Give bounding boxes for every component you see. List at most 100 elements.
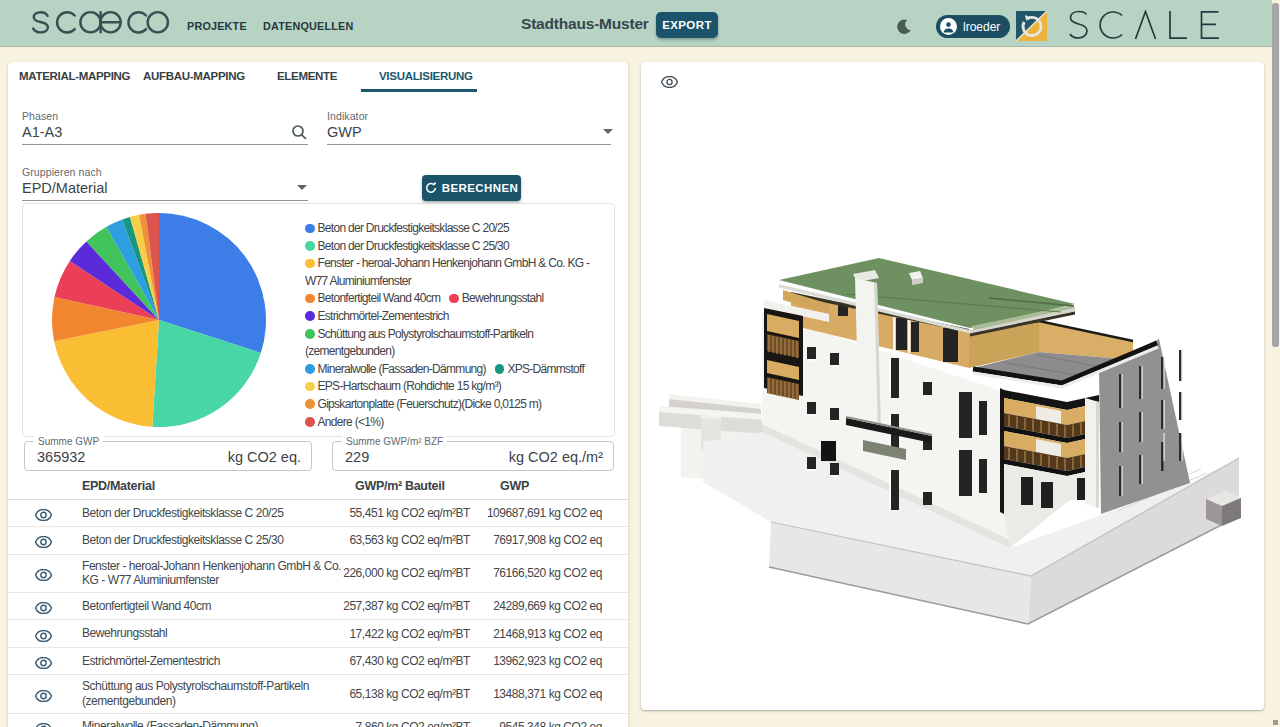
- legend-color-dot: [305, 259, 315, 269]
- viewer-visibility-icon[interactable]: [651, 71, 687, 93]
- legend-label: XPS-Dämmstoff: [507, 362, 584, 376]
- user-avatar-icon: [940, 18, 957, 35]
- row-material-name: Estrichmörtel-Zementestrich: [82, 649, 346, 672]
- legend-item[interactable]: Schüttung aus Polystyrolschaumstoff-Part…: [305, 325, 592, 360]
- legend-item[interactable]: Beton der Druckfestigkeitsklasse C 25/30: [305, 237, 509, 255]
- legend-item[interactable]: Bewehrungsstahl: [449, 289, 543, 307]
- row-visibility-toggle[interactable]: [35, 721, 52, 727]
- eye-icon: [35, 723, 52, 727]
- legend-item[interactable]: Mineralwolle (Fassaden-Dämmung): [305, 360, 486, 378]
- search-icon[interactable]: [291, 124, 308, 141]
- legend-color-dot: [305, 224, 315, 234]
- tab-visualisierung[interactable]: VISUALISIERUNG: [379, 70, 473, 91]
- col-gwp-m2: GWP/m² Bauteil: [355, 479, 445, 493]
- row-gwp: 13488,371 kg CO2 eq: [493, 687, 602, 701]
- row-gwp: 9545,348 kg CO2 eq: [499, 720, 602, 727]
- table-row: Estrichmörtel-Zementestrich 67,430 kg CO…: [8, 648, 628, 675]
- eye-icon: [35, 536, 52, 548]
- legend-item[interactable]: Gipskartonplatte (Feuerschutz)(Dicke 0,0…: [305, 395, 541, 413]
- legend-label: Andere (<1%): [318, 415, 384, 429]
- nav-datenquellen[interactable]: DATENQUELLEN: [263, 20, 353, 32]
- scaeco-logo[interactable]: [30, 7, 170, 40]
- legend-color-dot: [305, 329, 315, 339]
- legend-color-dot: [305, 399, 315, 409]
- eye-icon: [35, 569, 52, 581]
- pie-chart[interactable]: [52, 213, 266, 427]
- legend-item[interactable]: Andere (<1%): [305, 413, 383, 431]
- indikator-caret-icon[interactable]: [603, 129, 613, 134]
- row-gwp: 76917,908 kg CO2 eq: [493, 533, 602, 547]
- legend-item[interactable]: Fenster - heroal-Johann Henkenjohann Gmb…: [305, 254, 592, 289]
- legend-item[interactable]: Estrichmörtel-Zementestrich: [305, 307, 449, 325]
- gruppieren-caret-icon[interactable]: [297, 185, 307, 190]
- row-material-name: Beton der Druckfestigkeitsklasse C 20/25: [82, 502, 346, 525]
- vertical-scrollbar[interactable]: [1272, 3, 1279, 347]
- legend-color-dot: [449, 294, 459, 304]
- legend-label: Mineralwolle (Fassaden-Dämmung): [318, 362, 486, 376]
- legend-label: Betonfertigteil Wand 40cm: [318, 291, 441, 305]
- col-gwp: GWP: [500, 479, 529, 493]
- row-visibility-toggle[interactable]: [35, 628, 52, 640]
- legend-item[interactable]: Beton der Druckfestigkeitsklasse C 20/25: [305, 219, 509, 237]
- summe-gwp-label: Summe GWP: [34, 436, 103, 447]
- table-row: Beton der Druckfestigkeitsklasse C 25/30…: [8, 527, 628, 554]
- row-visibility-toggle[interactable]: [35, 655, 52, 667]
- row-material-name: Fenster - heroal-Johann Henkenjohann Gmb…: [82, 555, 346, 593]
- row-gwp: 24289,669 kg CO2 eq: [493, 599, 602, 613]
- legend-label: Schüttung aus Polystyrolschaumstoff-Part…: [305, 327, 533, 359]
- chart-legend: Beton der Druckfestigkeitsklasse C 20/25…: [305, 219, 601, 430]
- table-row: Fenster - heroal-Johann Henkenjohann Gmb…: [8, 555, 628, 594]
- app-header: PROJEKTE DATENQUELLEN Stadthaus-Muster E…: [0, 0, 1272, 47]
- scale-wordmark: [1066, 10, 1246, 40]
- summe-gwp-m2-label: Summe GWP/m² BZF: [342, 436, 447, 447]
- summe-gwp-m2-field: Summe GWP/m² BZF 229 kg CO2 eq./m²: [332, 441, 614, 471]
- legend-color-dot: [305, 382, 315, 392]
- summe-gwp-value[interactable]: 365932: [37, 449, 85, 465]
- nav-projekte[interactable]: PROJEKTE: [187, 20, 247, 32]
- tab-aufbau-mapping[interactable]: AUFBAU-MAPPING: [143, 70, 245, 91]
- gruppieren-select[interactable]: EPD/Material: [22, 180, 107, 196]
- legend-item[interactable]: EPS-Hartschaum (Rohdichte 15 kg/m³): [305, 377, 501, 395]
- tab-elemente[interactable]: ELEMENTE: [277, 70, 337, 91]
- dark-mode-moon-icon[interactable]: [896, 18, 913, 35]
- col-epd-material: EPD/Material: [82, 479, 155, 493]
- eye-icon: [35, 630, 52, 642]
- user-chip[interactable]: lroeder: [936, 15, 1010, 38]
- legend-label: Fenster - heroal-Johann Henkenjohann Gmb…: [305, 256, 589, 288]
- row-material-name: Betonfertigteil Wand 40cm: [82, 595, 346, 618]
- legend-color-dot: [305, 241, 315, 251]
- eye-icon: [35, 657, 52, 669]
- analysis-panel: MATERIAL-MAPPING AUFBAU-MAPPING ELEMENTE…: [8, 62, 628, 727]
- eye-icon: [35, 602, 52, 614]
- legend-label: Beton der Druckfestigkeitsklasse C 25/30: [318, 239, 509, 253]
- phasen-label: Phasen: [22, 110, 58, 122]
- row-gwp-per-m2: 65,138 kg CO2 eq/m²BT: [349, 687, 470, 701]
- legend-label: Bewehrungsstahl: [462, 291, 544, 305]
- legend-color-dot: [305, 311, 315, 321]
- row-visibility-toggle[interactable]: [35, 567, 52, 579]
- table-row: Beton der Druckfestigkeitsklasse C 20/25…: [8, 500, 628, 527]
- results-table: EPD/Material GWP/m² Bauteil GWP Beton de…: [8, 471, 628, 727]
- tab-material-mapping[interactable]: MATERIAL-MAPPING: [19, 70, 130, 91]
- legend-item[interactable]: XPS-Dämmstoff: [495, 360, 584, 378]
- row-gwp: 109687,691 kg CO2 eq: [487, 506, 602, 520]
- building-3d-model[interactable]: [641, 62, 1264, 710]
- berechnen-button[interactable]: BERECHNEN: [422, 175, 521, 201]
- scrollbar-corner: [1273, 720, 1278, 725]
- row-gwp-per-m2: 257,387 kg CO2 eq/m²BT: [343, 599, 470, 613]
- row-gwp: 21468,913 kg CO2 eq: [493, 627, 602, 641]
- export-button[interactable]: EXPORT: [656, 12, 718, 38]
- row-visibility-toggle[interactable]: [35, 507, 52, 519]
- legend-item[interactable]: Betonfertigteil Wand 40cm: [305, 289, 440, 307]
- row-visibility-toggle[interactable]: [35, 688, 52, 700]
- row-visibility-toggle[interactable]: [35, 534, 52, 546]
- summe-gwp-m2-value[interactable]: 229: [345, 449, 369, 465]
- phasen-input[interactable]: A1-A3: [22, 124, 62, 140]
- legend-color-dot: [495, 364, 505, 374]
- refresh-icon: [425, 182, 437, 194]
- table-header-row: EPD/Material GWP/m² Bauteil GWP: [8, 471, 628, 500]
- summe-gwp-unit: kg CO2 eq.: [228, 449, 301, 465]
- row-visibility-toggle[interactable]: [35, 600, 52, 612]
- row-gwp: 76166,520 kg CO2 eq: [493, 566, 602, 580]
- indikator-select[interactable]: GWP: [327, 124, 362, 140]
